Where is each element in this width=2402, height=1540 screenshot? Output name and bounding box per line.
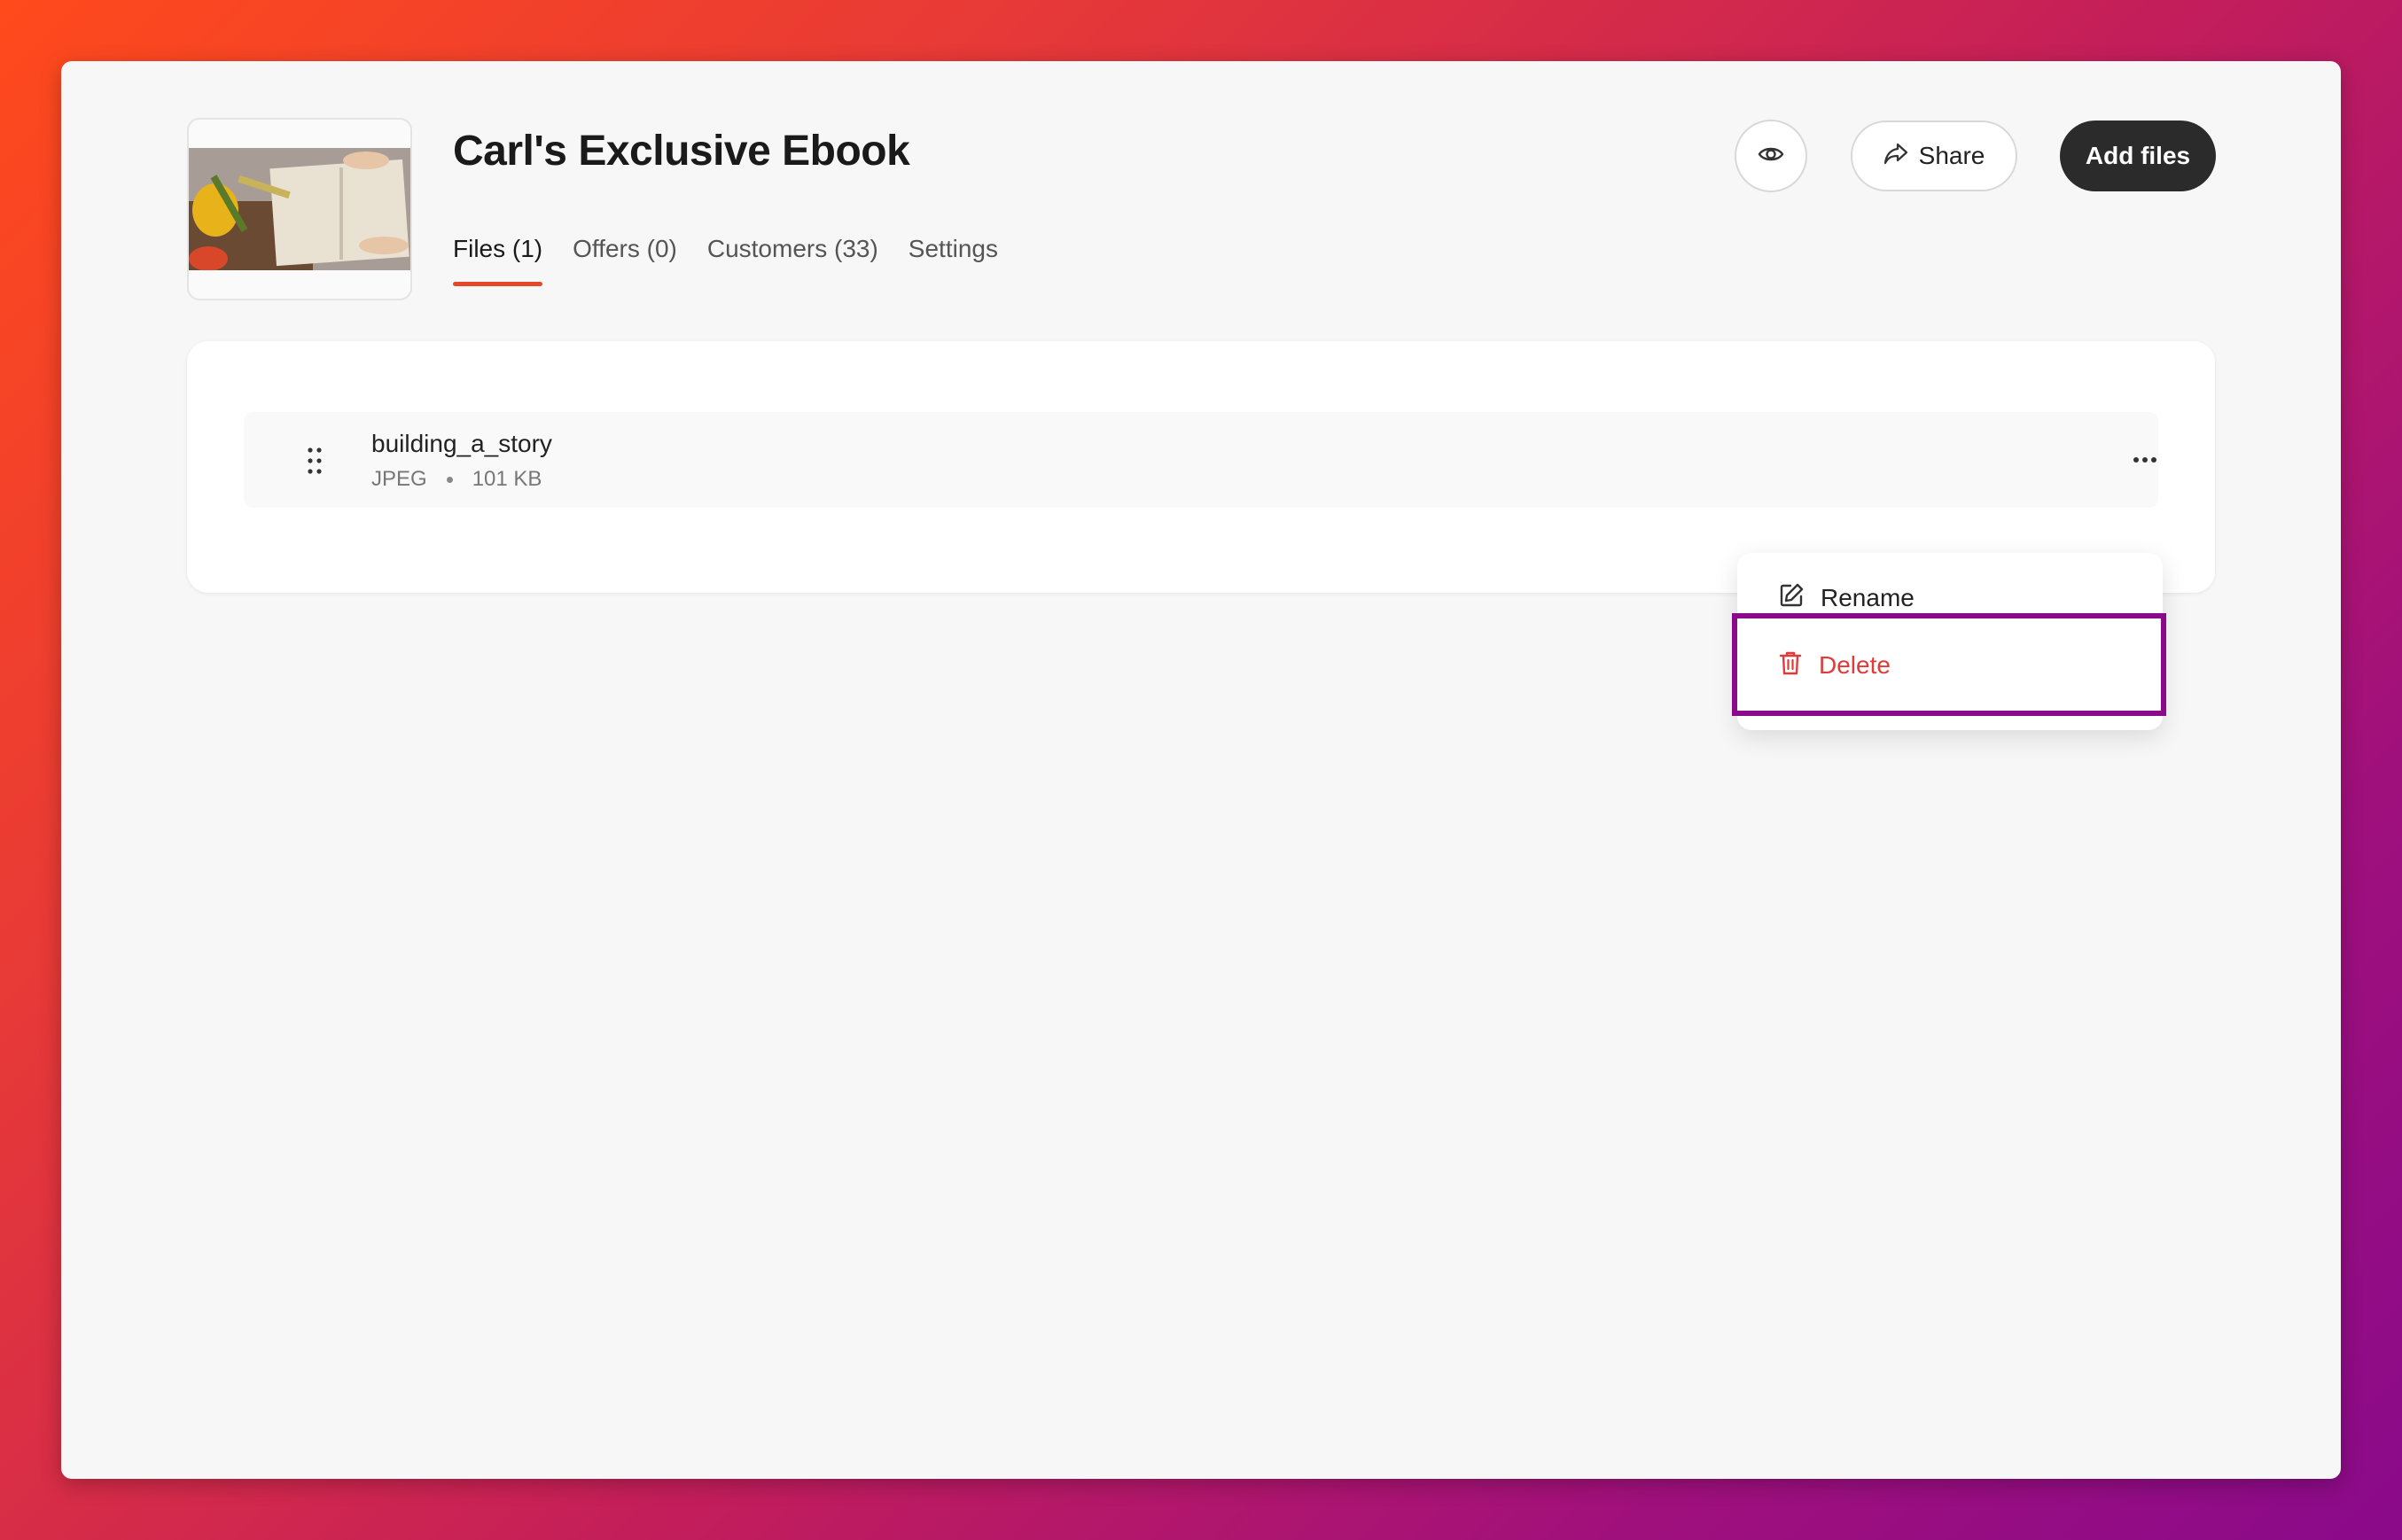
file-size: 101 KB bbox=[472, 467, 542, 491]
rename-label: Rename bbox=[1821, 584, 1915, 611]
pencil-icon bbox=[1778, 582, 1805, 615]
ellipsis-icon bbox=[2133, 452, 2157, 468]
page-title: Carl's Exclusive Ebook bbox=[453, 128, 910, 175]
tab-offers[interactable]: Offers (0) bbox=[573, 235, 677, 286]
tab-files[interactable]: Files (1) bbox=[453, 235, 543, 286]
more-options-button[interactable] bbox=[2127, 444, 2163, 476]
file-name: building_a_story bbox=[371, 430, 552, 457]
highlight-box bbox=[1732, 613, 2166, 716]
tab-customers[interactable]: Customers (33) bbox=[707, 235, 878, 286]
tab-settings[interactable]: Settings bbox=[909, 235, 998, 286]
thumbnail-image bbox=[189, 148, 410, 270]
add-files-button[interactable]: Add files bbox=[2060, 121, 2216, 191]
drag-handle-icon[interactable] bbox=[308, 447, 322, 478]
file-type: JPEG bbox=[371, 467, 427, 491]
share-button[interactable]: Share bbox=[1851, 121, 2017, 191]
tab-bar: Files (1) Offers (0) Customers (33) Sett… bbox=[453, 235, 998, 286]
product-thumbnail[interactable] bbox=[187, 118, 412, 300]
file-row[interactable]: building_a_story JPEG 101 KB bbox=[244, 412, 2158, 508]
share-arrow-icon bbox=[1883, 142, 1908, 171]
preview-button[interactable] bbox=[1735, 120, 1807, 192]
separator-dot bbox=[446, 476, 453, 483]
app-window: Carl's Exclusive Ebook Files (1) Offers … bbox=[61, 61, 2341, 1479]
eye-icon bbox=[1758, 144, 1784, 168]
share-label: Share bbox=[1918, 142, 1985, 169]
file-meta: JPEG 101 KB bbox=[371, 467, 542, 492]
